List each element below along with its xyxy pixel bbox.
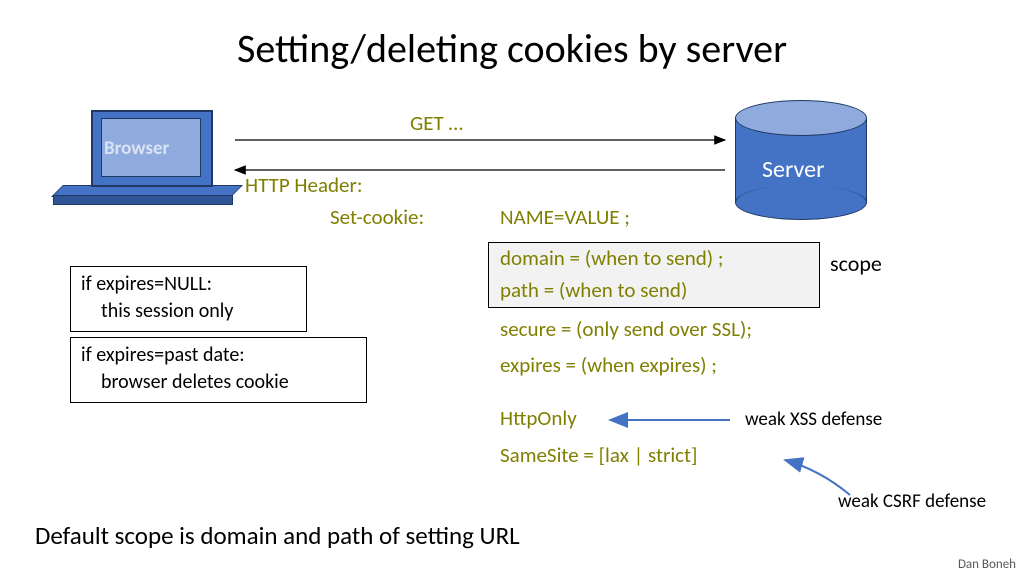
xss-annotation: weak XSS defense [745,408,882,431]
slide-title: Setting/deleting cookies by server [0,24,1024,73]
browser-icon [63,110,223,215]
csrf-annotation: weak CSRF defense [838,490,986,513]
set-cookie-label: Set-cookie: [330,204,424,230]
author-credit: Dan Boneh [958,557,1016,572]
slide: Setting/deleting cookies by server Brows… [0,0,1024,576]
note-past-line1: if expires=past date: [81,343,245,367]
note-expires-null: if expires=NULL: this session only [70,266,307,332]
scope-label: scope [830,250,882,277]
attr-domain: domain = (when to send) ; [500,245,724,271]
response-header-label: HTTP Header: [245,172,362,198]
browser-label: Browser [104,137,169,160]
note-null-line1: if expires=NULL: [81,272,212,296]
name-value: NAME=VALUE ; [500,204,630,230]
attr-httponly: HttpOnly [500,405,577,431]
server-label: Server [762,155,824,184]
footer-text: Default scope is domain and path of sett… [35,520,520,551]
attr-samesite: SameSite = [lax | strict] [500,442,698,468]
note-past-line2: browser deletes cookie [81,369,356,396]
attr-expires: expires = (when expires) ; [500,352,717,378]
note-expires-past: if expires=past date: browser deletes co… [70,337,367,403]
request-label: GET … [410,110,463,136]
note-null-line2: this session only [81,298,296,325]
attr-path: path = (when to send) [500,277,687,303]
attr-secure: secure = (only send over SSL); [500,316,752,342]
